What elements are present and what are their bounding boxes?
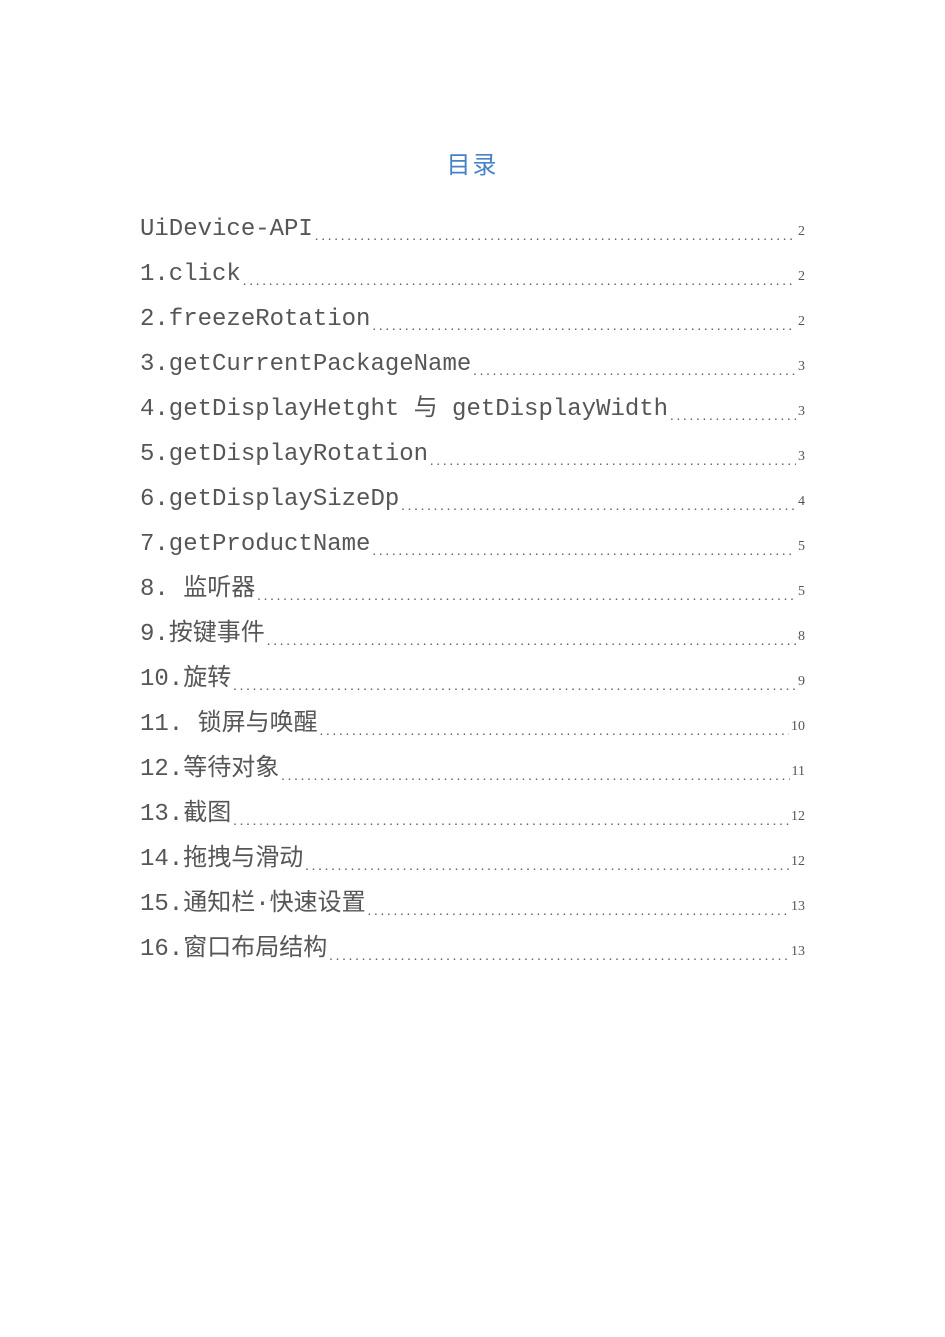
toc-entry[interactable]: 12.等待对象 ................................… <box>140 748 805 793</box>
toc-entry-label: 11. 锁屏与唤醒 <box>140 703 318 746</box>
toc-entry-label: 10.旋转 <box>140 658 231 701</box>
toc-entry[interactable]: 15.通知栏·快速设置 ............................… <box>140 883 805 928</box>
toc-leader: ........................................… <box>241 260 796 303</box>
toc-entry-page: 5 <box>796 570 805 613</box>
toc-entry-label: 6.getDisplaySizeDp <box>140 478 399 521</box>
toc-leader: ........................................… <box>370 305 796 348</box>
toc-list: UiDevice-API ...........................… <box>140 208 805 973</box>
toc-entry-label: 3.getCurrentPackageName <box>140 343 471 386</box>
toc-entry-page: 8 <box>796 615 805 658</box>
toc-leader: ........................................… <box>370 530 796 573</box>
toc-entry-label: 9.按键事件 <box>140 613 265 656</box>
toc-leader: ........................................… <box>366 890 789 933</box>
toc-leader: ........................................… <box>313 215 796 258</box>
toc-leader: ........................................… <box>279 755 789 798</box>
toc-entry-label: 8. 监听器 <box>140 568 255 611</box>
toc-entry[interactable]: 2.freezeRotation .......................… <box>140 298 805 343</box>
toc-entry-label: 14.拖拽与滑动 <box>140 838 303 881</box>
toc-entry-label: 4.getDisplayHetght 与 getDisplayWidth <box>140 388 668 431</box>
toc-leader: ........................................… <box>231 665 796 708</box>
toc-entry-page: 9 <box>796 660 805 703</box>
toc-entry-page: 3 <box>796 345 805 388</box>
toc-entry[interactable]: 10.旋转 ..................................… <box>140 658 805 703</box>
toc-leader: ........................................… <box>255 575 796 618</box>
toc-entry[interactable]: 13.截图 ..................................… <box>140 793 805 838</box>
toc-leader: ........................................… <box>327 935 789 978</box>
toc-entry-page: 4 <box>796 480 805 523</box>
toc-entry-page: 2 <box>796 255 805 298</box>
toc-leader: ........................................… <box>303 845 789 888</box>
toc-entry-page: 3 <box>796 390 805 433</box>
toc-entry-label: UiDevice-API <box>140 208 313 251</box>
toc-entry[interactable]: 14.拖拽与滑动 ...............................… <box>140 838 805 883</box>
toc-entry[interactable]: UiDevice-API ...........................… <box>140 208 805 253</box>
toc-entry-page: 13 <box>789 930 805 973</box>
toc-entry-page: 12 <box>789 795 805 838</box>
toc-entry-label: 7.getProductName <box>140 523 370 566</box>
toc-leader: ........................................… <box>231 800 789 843</box>
toc-leader: ........................................… <box>318 710 789 753</box>
toc-leader: ........................................… <box>428 440 796 483</box>
toc-entry-page: 11 <box>790 750 805 793</box>
toc-entry-page: 5 <box>796 525 805 568</box>
toc-leader: ........................................… <box>668 395 796 438</box>
toc-entry[interactable]: 5.getDisplayRotation ...................… <box>140 433 805 478</box>
toc-entry-page: 10 <box>789 705 805 748</box>
toc-entry-label: 2.freezeRotation <box>140 298 370 341</box>
toc-entry[interactable]: 3.getCurrentPackageName ................… <box>140 343 805 388</box>
toc-entry-page: 12 <box>789 840 805 883</box>
toc-entry-label: 12.等待对象 <box>140 748 279 791</box>
toc-entry[interactable]: 7.getProductName .......................… <box>140 523 805 568</box>
toc-entry[interactable]: 4.getDisplayHetght 与 getDisplayWidth ...… <box>140 388 805 433</box>
toc-entry-label: 13.截图 <box>140 793 231 836</box>
toc-leader: ........................................… <box>399 485 796 528</box>
toc-entry[interactable]: 1.click ................................… <box>140 253 805 298</box>
toc-leader: ........................................… <box>265 620 796 663</box>
toc-entry-label: 5.getDisplayRotation <box>140 433 428 476</box>
toc-entry-label: 16.窗口布局结构 <box>140 928 327 971</box>
toc-entry-label: 1.click <box>140 253 241 296</box>
toc-leader: ........................................… <box>471 350 796 393</box>
toc-entry-page: 2 <box>796 300 805 343</box>
toc-entry-label: 15.通知栏·快速设置 <box>140 883 366 926</box>
toc-entry[interactable]: 9.按键事件 .................................… <box>140 613 805 658</box>
toc-entry[interactable]: 8. 监听器 .................................… <box>140 568 805 613</box>
toc-entry[interactable]: 16.窗口布局结构 ..............................… <box>140 928 805 973</box>
toc-entry[interactable]: 11. 锁屏与唤醒 ..............................… <box>140 703 805 748</box>
toc-entry-page: 13 <box>789 885 805 928</box>
toc-entry-page: 2 <box>796 210 805 253</box>
toc-title: 目录 <box>140 145 805 180</box>
toc-entry[interactable]: 6.getDisplaySizeDp .....................… <box>140 478 805 523</box>
toc-entry-page: 3 <box>796 435 805 478</box>
